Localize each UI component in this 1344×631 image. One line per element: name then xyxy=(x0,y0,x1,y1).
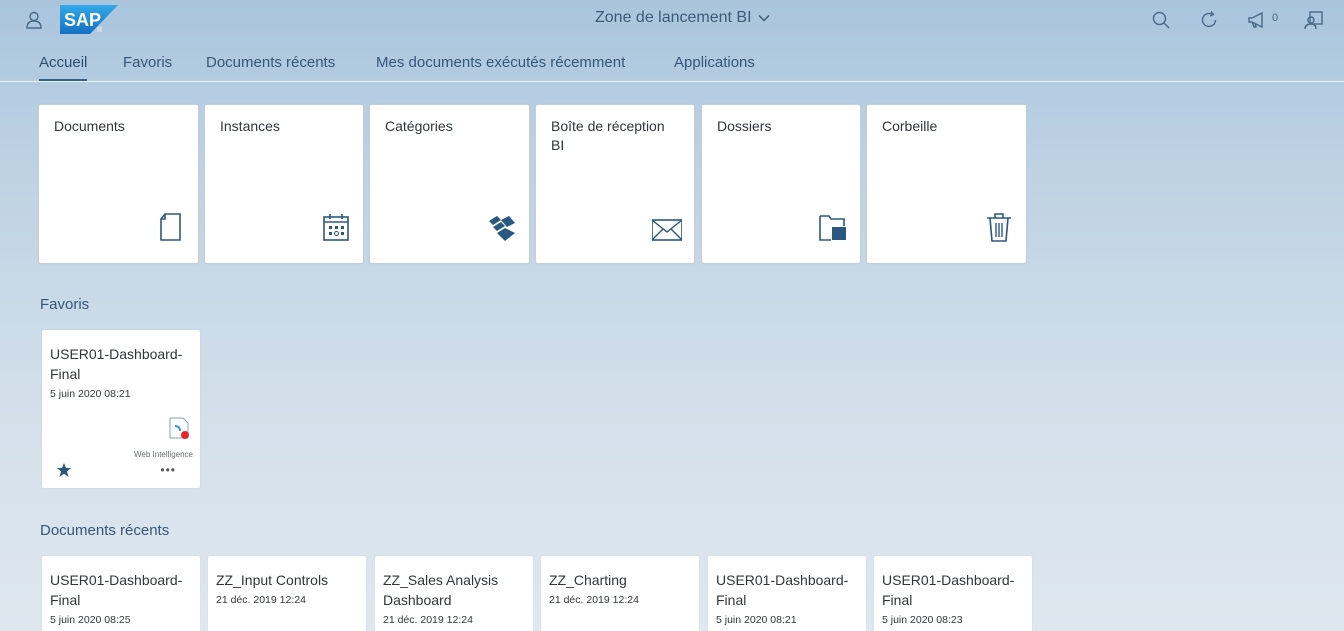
tab-applications[interactable]: Applications xyxy=(674,54,755,79)
notification-count: 0 xyxy=(1272,12,1279,24)
search-icon[interactable] xyxy=(1149,8,1173,32)
document-date: 21 déc. 2019 12:24 xyxy=(383,614,473,626)
recent-document-card[interactable]: ZZ_Charting 21 déc. 2019 12:24 xyxy=(541,556,699,631)
document-title: USER01-Dashboard-Final xyxy=(882,572,1015,608)
tab-documents-recents[interactable]: Documents récents xyxy=(206,54,335,79)
document-title: ZZ_Input Controls xyxy=(216,572,329,588)
tile-documents[interactable]: Documents xyxy=(38,104,199,264)
tile-boite-reception[interactable]: Boîte de réception BI xyxy=(535,104,695,264)
shell-bar: SAP ® Zone de lancement BI 0 xyxy=(0,0,1344,40)
tab-accueil[interactable]: Accueil xyxy=(39,54,88,81)
document-date: 5 juin 2020 08:23 xyxy=(882,614,963,626)
document-title: ZZ_Sales Analysis Dashboard xyxy=(383,572,499,608)
tile-label: Dossiers xyxy=(717,118,772,134)
categories-icon xyxy=(487,211,517,243)
envelope-icon xyxy=(651,211,683,243)
recent-document-card[interactable]: ZZ_Sales Analysis Dashboard 21 déc. 2019… xyxy=(375,556,533,631)
recent-document-card[interactable]: USER01-Dashboard-Final 5 juin 2020 08:23 xyxy=(874,556,1032,631)
recent-document-card[interactable]: USER01-Dashboard-Final 5 juin 2020 08:25 xyxy=(42,556,200,631)
document-title: ZZ_Charting xyxy=(549,572,627,588)
document-title: USER01-Dashboard-Final xyxy=(50,346,183,382)
web-intelligence-icon xyxy=(168,416,192,444)
tile-label: Instances xyxy=(220,118,280,134)
more-options-icon[interactable]: ••• xyxy=(160,464,176,476)
document-title: USER01-Dashboard-Final xyxy=(716,572,849,608)
trash-icon xyxy=(984,211,1014,243)
document-date: 5 juin 2020 08:21 xyxy=(716,614,797,626)
refresh-icon[interactable] xyxy=(1197,8,1221,32)
document-icon xyxy=(156,211,186,243)
tile-instances[interactable]: Instances xyxy=(204,104,364,264)
svg-text:®: ® xyxy=(97,26,103,34)
calendar-icon xyxy=(321,211,351,243)
section-title-favoris: Favoris xyxy=(40,296,90,313)
tile-label: Documents xyxy=(54,118,125,134)
section-title-documents-recents: Documents récents xyxy=(40,522,170,539)
tab-favoris[interactable]: Favoris xyxy=(123,54,172,79)
sap-logo[interactable]: SAP ® xyxy=(60,5,118,34)
tile-dossiers[interactable]: Dossiers xyxy=(701,104,861,264)
tab-bar: Accueil Favoris Documents récents Mes do… xyxy=(0,44,1344,82)
tab-mes-documents-executes[interactable]: Mes documents exécutés récemment xyxy=(376,54,625,79)
tile-label: Boîte de réception BI xyxy=(551,118,665,153)
shell-title-text: Zone de lancement BI xyxy=(595,9,752,26)
favorite-document-card[interactable]: USER01-Dashboard-Final 5 juin 2020 08:21… xyxy=(42,330,200,488)
recent-document-card[interactable]: ZZ_Input Controls 21 déc. 2019 12:24 xyxy=(208,556,366,631)
document-date: 21 déc. 2019 12:24 xyxy=(549,594,639,606)
user-settings-icon[interactable] xyxy=(1302,8,1326,32)
chevron-down-icon xyxy=(758,14,770,22)
tile-corbeille[interactable]: Corbeille xyxy=(866,104,1027,264)
user-icon[interactable] xyxy=(22,8,46,32)
folder-icon xyxy=(818,211,848,243)
megaphone-icon[interactable] xyxy=(1245,8,1269,32)
document-date: 21 déc. 2019 12:24 xyxy=(216,594,306,606)
document-title: USER01-Dashboard-Final xyxy=(50,572,183,608)
recent-document-card[interactable]: USER01-Dashboard-Final 5 juin 2020 08:21 xyxy=(708,556,866,631)
document-date: 5 juin 2020 08:25 xyxy=(50,614,131,626)
shell-title[interactable]: Zone de lancement BI xyxy=(595,9,770,27)
sap-logo-text: SAP xyxy=(64,10,101,30)
tile-label: Corbeille xyxy=(882,118,938,134)
star-icon[interactable] xyxy=(56,462,72,478)
document-type-label: Web Intelligence xyxy=(134,450,193,459)
document-date: 5 juin 2020 08:21 xyxy=(50,388,131,400)
tile-categories[interactable]: Catégories xyxy=(369,104,530,264)
tile-label: Catégories xyxy=(385,118,453,134)
